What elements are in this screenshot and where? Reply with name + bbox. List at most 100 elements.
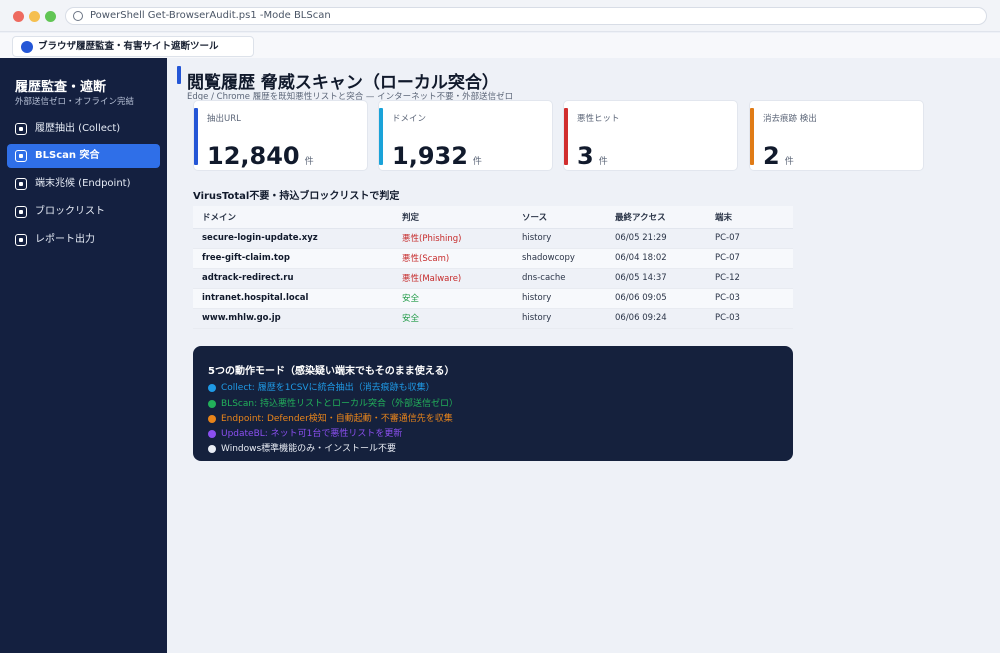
sidebar-subtitle: 外部送信ゼロ・オフライン完結 bbox=[15, 97, 135, 107]
cell-last-access: 06/06 09:05 bbox=[606, 288, 706, 309]
scan-icon bbox=[15, 150, 27, 162]
sidebar-item-blscan[interactable]: BLScan 突合 bbox=[7, 144, 160, 168]
sidebar-item-report[interactable]: レポート出力 bbox=[7, 228, 160, 252]
stat-value: 12,840 件 bbox=[207, 142, 314, 170]
column-header-host[interactable]: 端末 bbox=[706, 206, 793, 229]
column-header-last-access[interactable]: 最終アクセス bbox=[606, 206, 706, 229]
cell-host: PC-07 bbox=[706, 228, 793, 249]
sidebar-item-label: レポート出力 bbox=[35, 234, 95, 245]
bullet-icon bbox=[208, 430, 216, 438]
sidebar-title: 履歴監査・遮断 bbox=[15, 80, 107, 95]
stat-card-domains: ドメイン 1,932 件 bbox=[378, 100, 553, 171]
stat-label: 悪性ヒット bbox=[577, 114, 620, 124]
cell-domain: secure-login-update.xyz bbox=[193, 228, 393, 249]
app-icon bbox=[21, 41, 33, 53]
modes-title: 5つの動作モード（感染疑い端末でもそのまま使える） bbox=[208, 366, 455, 377]
modes-panel: 5つの動作モード（感染疑い端末でもそのまま使える） Collect: 履歴を1C… bbox=[193, 346, 793, 461]
table-section-title: VirusTotal不要・持込ブロックリストで判定 bbox=[193, 191, 400, 202]
stat-accent bbox=[750, 108, 754, 165]
address-text: PowerShell Get-BrowserAudit.ps1 -Mode BL… bbox=[90, 10, 331, 21]
cell-last-access: 06/05 21:29 bbox=[606, 228, 706, 249]
table-row[interactable]: intranet.hospital.local 安全 history 06/06… bbox=[193, 288, 793, 309]
stat-card-malicious-hits: 悪性ヒット 3件 bbox=[563, 100, 738, 171]
sidebar: 履歴監査・遮断 外部送信ゼロ・オフライン完結 履歴抽出 (Collect) BL… bbox=[0, 58, 167, 653]
stat-label: ドメイン bbox=[392, 114, 427, 124]
column-header-verdict[interactable]: 判定 bbox=[393, 206, 513, 229]
sidebar-item-collect[interactable]: 履歴抽出 (Collect) bbox=[7, 117, 160, 141]
table-row[interactable]: adtrack-redirect.ru 悪性(Malware) dns-cach… bbox=[193, 268, 793, 289]
cell-source: history bbox=[513, 288, 606, 309]
stat-card-urls: 抽出URL 12,840 件 bbox=[193, 100, 368, 171]
cell-source: history bbox=[513, 308, 606, 329]
bullet-icon bbox=[208, 415, 216, 423]
cell-last-access: 06/04 18:02 bbox=[606, 248, 706, 269]
sidebar-item-label: BLScan 突合 bbox=[35, 150, 100, 161]
sidebar-item-blocklist[interactable]: ブロックリスト bbox=[7, 200, 160, 224]
cell-verdict: 悪性(Phishing) bbox=[393, 228, 513, 249]
sidebar-item-label: 端末兆候 (Endpoint) bbox=[35, 178, 131, 189]
bullet-icon bbox=[208, 384, 216, 392]
cell-domain: www.mhlw.go.jp bbox=[193, 308, 393, 329]
globe-icon bbox=[73, 11, 83, 21]
cell-host: PC-03 bbox=[706, 308, 793, 329]
cell-verdict: 安全 bbox=[393, 288, 513, 309]
window-titlebar: PowerShell Get-BrowserAudit.ps1 -Mode BL… bbox=[0, 0, 1000, 32]
cell-verdict: 安全 bbox=[393, 308, 513, 329]
cell-domain: free-gift-claim.top bbox=[193, 248, 393, 269]
stat-value: 1,932 件 bbox=[392, 142, 482, 170]
sidebar-item-label: 履歴抽出 (Collect) bbox=[35, 123, 121, 134]
scan-results-table: ドメイン 判定 ソース 最終アクセス 端末 secure-login-updat… bbox=[193, 206, 793, 329]
close-window-button[interactable] bbox=[13, 11, 24, 22]
address-bar[interactable]: PowerShell Get-BrowserAudit.ps1 -Mode BL… bbox=[65, 7, 987, 25]
cell-verdict: 悪性(Scam) bbox=[393, 248, 513, 269]
cell-verdict: 悪性(Malware) bbox=[393, 268, 513, 289]
maximize-window-button[interactable] bbox=[45, 11, 56, 22]
stat-unit: 件 bbox=[472, 157, 482, 167]
cell-host: PC-07 bbox=[706, 248, 793, 269]
endpoint-icon bbox=[15, 178, 27, 190]
bullet-icon bbox=[208, 445, 216, 453]
stat-accent bbox=[564, 108, 568, 165]
title-accent bbox=[177, 66, 181, 84]
cell-domain: adtrack-redirect.ru bbox=[193, 268, 393, 289]
cell-last-access: 06/06 09:24 bbox=[606, 308, 706, 329]
cell-source: dns-cache bbox=[513, 268, 606, 289]
column-header-source[interactable]: ソース bbox=[513, 206, 606, 229]
table-header-row: ドメイン 判定 ソース 最終アクセス 端末 bbox=[193, 206, 793, 229]
mode-item-endpoint: Endpoint: Defender検知・自動起動・不審通信先を収集 bbox=[208, 413, 453, 425]
cell-source: history bbox=[513, 228, 606, 249]
sidebar-item-label: ブロックリスト bbox=[35, 206, 105, 217]
stat-accent bbox=[379, 108, 383, 165]
tab-browser-audit[interactable]: ブラウザ履歴監査・有害サイト遮断ツール bbox=[12, 36, 254, 57]
cell-last-access: 06/05 14:37 bbox=[606, 268, 706, 289]
tab-title: ブラウザ履歴監査・有害サイト遮断ツール bbox=[38, 41, 219, 52]
collect-icon bbox=[15, 123, 27, 135]
table-row[interactable]: free-gift-claim.top 悪性(Scam) shadowcopy … bbox=[193, 248, 793, 269]
bullet-icon bbox=[208, 400, 216, 408]
mode-item-updatebl: UpdateBL: ネット可1台で悪性リストを更新 bbox=[208, 428, 402, 440]
cell-source: shadowcopy bbox=[513, 248, 606, 269]
cell-domain: intranet.hospital.local bbox=[193, 288, 393, 309]
stat-label: 消去痕跡 検出 bbox=[763, 114, 817, 124]
table-row[interactable]: secure-login-update.xyz 悪性(Phishing) his… bbox=[193, 228, 793, 249]
stat-value: 2件 bbox=[763, 142, 794, 170]
column-header-domain[interactable]: ドメイン bbox=[193, 206, 393, 229]
stat-unit: 件 bbox=[304, 157, 314, 167]
blocklist-icon bbox=[15, 206, 27, 218]
cell-host: PC-03 bbox=[706, 288, 793, 309]
stat-unit: 件 bbox=[784, 157, 794, 167]
tab-strip: ブラウザ履歴監査・有害サイト遮断ツール bbox=[0, 33, 1000, 58]
mode-item-windows: Windows標準機能のみ・インストール不要 bbox=[208, 443, 396, 455]
report-icon bbox=[15, 234, 27, 246]
minimize-window-button[interactable] bbox=[29, 11, 40, 22]
mode-item-collect: Collect: 履歴を1CSVに統合抽出（消去痕跡も収集） bbox=[208, 382, 435, 394]
mode-item-blscan: BLScan: 持込悪性リストとローカル突合（外部送信ゼロ） bbox=[208, 398, 458, 410]
stat-card-erased-traces: 消去痕跡 検出 2件 bbox=[749, 100, 924, 171]
stat-value: 3件 bbox=[577, 142, 608, 170]
sidebar-item-endpoint[interactable]: 端末兆候 (Endpoint) bbox=[7, 172, 160, 196]
stat-accent bbox=[194, 108, 198, 165]
stat-label: 抽出URL bbox=[207, 114, 241, 124]
table-row[interactable]: www.mhlw.go.jp 安全 history 06/06 09:24 PC… bbox=[193, 308, 793, 329]
cell-host: PC-12 bbox=[706, 268, 793, 289]
stat-unit: 件 bbox=[598, 157, 608, 167]
